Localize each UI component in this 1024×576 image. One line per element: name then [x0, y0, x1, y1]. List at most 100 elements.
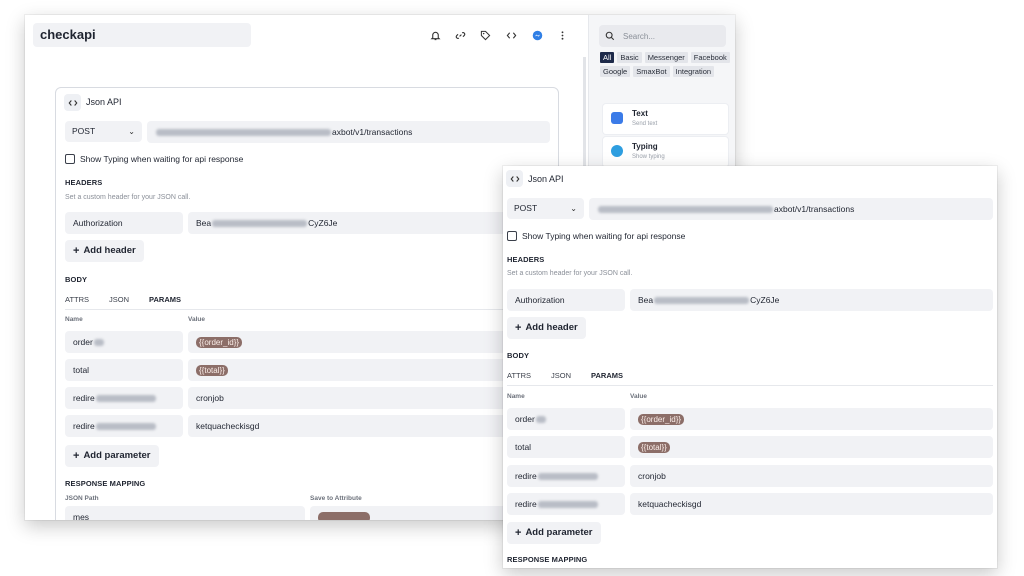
plus-icon: +: [73, 450, 80, 462]
body-tabs: ATTRS JSON PARAMS: [507, 371, 643, 386]
header-name-value: Authorization: [515, 295, 565, 305]
param-value: ketquacheckisgd: [196, 421, 260, 431]
param-name: order: [515, 414, 535, 424]
json-path-value: mes: [73, 512, 90, 520]
filter-chip-google[interactable]: Google: [600, 66, 631, 77]
headers-hint: Set a custom header for your JSON call.: [65, 194, 191, 201]
tab-params[interactable]: PARAMS: [149, 295, 181, 310]
api-block-icon: [506, 170, 523, 187]
tabs-divider: [65, 309, 550, 310]
tab-attrs[interactable]: ATTRS: [65, 295, 89, 310]
show-typing-checkbox-row[interactable]: Show Typing when waiting for api respons…: [507, 231, 685, 241]
panel-title: Json API: [528, 174, 564, 184]
param-name-input[interactable]: order: [65, 331, 183, 353]
param-name-input[interactable]: total: [507, 436, 625, 458]
block-card-title: Typing: [632, 142, 658, 151]
tab-json[interactable]: JSON: [109, 295, 129, 310]
param-name-input[interactable]: redire: [507, 493, 625, 515]
plus-icon: +: [515, 322, 522, 334]
variable-tag: {{order_id}}: [196, 337, 243, 349]
url-input[interactable]: axbot/v1/transactions: [147, 121, 550, 143]
tab-params[interactable]: PARAMS: [591, 371, 623, 386]
param-value: ketquacheckisgd: [638, 499, 702, 509]
method-select[interactable]: POST ⌄: [507, 198, 584, 219]
param-value-input[interactable]: {{total}}: [188, 359, 550, 381]
show-typing-checkbox[interactable]: [65, 154, 75, 164]
method-select[interactable]: POST ⌄: [65, 121, 142, 142]
show-typing-checkbox[interactable]: [507, 231, 517, 241]
param-name-input[interactable]: order: [507, 408, 625, 430]
body-title: BODY: [65, 275, 88, 284]
filter-chip-messenger[interactable]: Messenger: [644, 52, 688, 63]
header-value-suffix: CyZ6Je: [308, 218, 338, 228]
header-value-input[interactable]: Bea CyZ6Je: [630, 289, 993, 311]
add-parameter-button[interactable]: + Add parameter: [507, 522, 601, 544]
flow-title-input[interactable]: checkapi: [33, 23, 251, 47]
headers-title: HEADERS: [65, 178, 103, 187]
param-value-input[interactable]: cronjob: [188, 387, 550, 409]
tab-json[interactable]: JSON: [551, 371, 571, 386]
param-name-input[interactable]: redire: [65, 387, 183, 409]
tab-attrs[interactable]: ATTRS: [507, 371, 531, 386]
tag-icon[interactable]: [478, 28, 492, 42]
add-header-label: Add header: [525, 322, 578, 333]
add-header-button[interactable]: + Add header: [507, 317, 586, 339]
add-parameter-label: Add parameter: [525, 527, 593, 538]
filter-chip-smaxbot[interactable]: SmaxBot: [633, 66, 670, 77]
param-name: order: [73, 337, 93, 347]
search-input[interactable]: [623, 31, 713, 41]
param-value-input[interactable]: cronjob: [630, 465, 993, 487]
block-card-subtitle: Show typing: [632, 154, 665, 160]
param-value-input[interactable]: {{order_id}}: [188, 331, 550, 353]
plus-icon: +: [73, 245, 80, 257]
chevron-down-icon: ⌄: [570, 204, 577, 213]
messenger-icon[interactable]: [530, 28, 544, 42]
param-value-input[interactable]: {{total}}: [630, 436, 993, 458]
param-name-input[interactable]: total: [65, 359, 183, 381]
param-name-input[interactable]: redire: [65, 415, 183, 437]
param-name: redire: [515, 499, 537, 509]
response-mapping-title: RESPONSE MAPPING: [65, 479, 146, 488]
header-value-input[interactable]: Bea CyZ6Je: [188, 212, 550, 234]
filter-chip-facebook[interactable]: Facebook: [690, 52, 730, 63]
param-value-input[interactable]: ketquacheckisgd: [630, 493, 993, 515]
filter-chip-basic[interactable]: Basic: [617, 52, 642, 63]
add-parameter-button[interactable]: + Add parameter: [65, 445, 159, 467]
header-name-input[interactable]: Authorization: [507, 289, 625, 311]
param-name-input[interactable]: redire: [507, 465, 625, 487]
search-box[interactable]: [599, 25, 726, 47]
header-value-suffix: CyZ6Je: [750, 295, 780, 305]
param-value-input[interactable]: {{order_id}}: [630, 408, 993, 430]
json-path-input[interactable]: mes: [65, 506, 305, 520]
json-api-panel: Json API POST ⌄ axbot/v1/transactions Sh…: [55, 87, 559, 520]
link-icon[interactable]: [453, 28, 467, 42]
add-header-label: Add header: [83, 245, 136, 256]
body-tabs: ATTRS JSON PARAMS: [65, 295, 201, 310]
name-column-label: Name: [65, 316, 83, 323]
block-card-text[interactable]: Text Send text: [603, 104, 728, 134]
url-suffix: axbot/v1/transactions: [774, 204, 855, 214]
add-header-button[interactable]: + Add header: [65, 240, 144, 262]
variable-tag: {{total}}: [196, 365, 228, 377]
block-card-typing[interactable]: Typing Show typing: [603, 137, 728, 167]
param-value-input[interactable]: ketquacheckisgd: [188, 415, 550, 437]
bell-icon[interactable]: [428, 28, 442, 42]
plus-icon: +: [515, 527, 522, 539]
url-input[interactable]: axbot/v1/transactions: [589, 198, 993, 220]
body-title: BODY: [507, 351, 530, 360]
save-attribute-column-label: Save to Attribute: [310, 495, 362, 502]
more-icon[interactable]: [555, 28, 569, 42]
method-value: POST: [514, 203, 538, 213]
param-value: cronjob: [638, 471, 666, 481]
header-name-input[interactable]: Authorization: [65, 212, 183, 234]
filter-chip-all[interactable]: All: [600, 52, 615, 63]
show-typing-checkbox-row[interactable]: Show Typing when waiting for api respons…: [65, 154, 243, 164]
panel-title: Json API: [86, 97, 122, 107]
param-name: redire: [73, 421, 95, 431]
code-icon[interactable]: [504, 28, 518, 42]
value-column-label: Value: [188, 316, 205, 323]
filter-chip-integration[interactable]: Integration: [672, 66, 715, 77]
method-value: POST: [72, 126, 96, 136]
param-name: redire: [515, 471, 537, 481]
value-column-label: Value: [630, 393, 647, 400]
